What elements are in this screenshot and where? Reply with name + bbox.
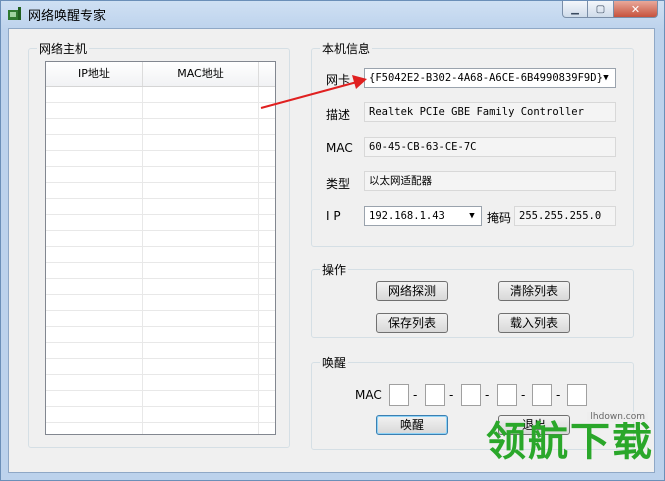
separator: - bbox=[485, 388, 490, 402]
wake-group-title: 唤醒 bbox=[320, 354, 349, 371]
column-divider bbox=[258, 87, 259, 434]
wake-mac-label: MAC bbox=[355, 388, 382, 402]
type-field: 以太网适配器 bbox=[364, 171, 616, 191]
desc-field: Realtek PCIe GBE Family Controller bbox=[364, 102, 616, 122]
operations-group: 操作 bbox=[311, 261, 634, 338]
host-list-header: IP地址 MAC地址 bbox=[46, 62, 275, 87]
mac-field: 60-45-CB-63-CE-7C bbox=[364, 137, 616, 157]
load-list-button[interactable]: 载入列表 bbox=[498, 313, 570, 333]
chevron-down-icon[interactable]: ▼ bbox=[599, 70, 613, 86]
watermark-site: lhdown.com bbox=[587, 412, 648, 422]
nic-select[interactable]: {F5042E2-B302-4A68-A6CE-6B4990839F9D} ▼ bbox=[364, 68, 616, 88]
save-list-button[interactable]: 保存列表 bbox=[376, 313, 448, 333]
maximize-button[interactable]: ▢ bbox=[588, 1, 614, 18]
separator: - bbox=[556, 388, 561, 402]
column-mac[interactable]: MAC地址 bbox=[143, 62, 259, 86]
column-ip[interactable]: IP地址 bbox=[46, 62, 143, 86]
probe-network-button[interactable]: 网络探测 bbox=[376, 281, 448, 301]
operations-group-title: 操作 bbox=[320, 261, 349, 278]
app-icon bbox=[8, 7, 21, 20]
mac-octet-input[interactable] bbox=[389, 384, 409, 406]
mask-label: 掩码 bbox=[487, 211, 512, 225]
clear-list-button[interactable]: 清除列表 bbox=[498, 281, 570, 301]
window-controls: ▁ ▢ ✕ bbox=[562, 1, 658, 19]
close-button[interactable]: ✕ bbox=[614, 1, 658, 18]
mac-octet-input[interactable] bbox=[532, 384, 552, 406]
ip-select[interactable]: 192.168.1.43 ▼ bbox=[364, 206, 482, 226]
mask-field: 255.255.255.0 bbox=[514, 206, 616, 226]
ip-select-value: 192.168.1.43 bbox=[369, 210, 445, 222]
column-divider bbox=[142, 87, 143, 434]
type-label: 类型 bbox=[326, 177, 351, 191]
minimize-button[interactable]: ▁ bbox=[562, 1, 588, 18]
mac-octet-input[interactable] bbox=[567, 384, 587, 406]
title-bar[interactable]: 网络唤醒专家 ▁ ▢ ✕ bbox=[1, 1, 664, 27]
separator: - bbox=[413, 388, 418, 402]
window-title: 网络唤醒专家 bbox=[28, 9, 107, 24]
host-list-rows bbox=[46, 87, 275, 434]
mac-octet-input[interactable] bbox=[461, 384, 481, 406]
mac-label: MAC bbox=[326, 141, 353, 155]
separator: - bbox=[521, 388, 526, 402]
separator: - bbox=[449, 388, 454, 402]
nic-select-value: {F5042E2-B302-4A68-A6CE-6B4990839F9D} bbox=[369, 72, 603, 84]
ip-label: I P bbox=[326, 209, 341, 223]
mac-octet-input[interactable] bbox=[497, 384, 517, 406]
local-info-group-title: 本机信息 bbox=[320, 40, 373, 57]
wake-button[interactable]: 唤醒 bbox=[376, 415, 448, 435]
hosts-group-title: 网络主机 bbox=[37, 40, 90, 57]
host-list[interactable]: IP地址 MAC地址 bbox=[45, 61, 276, 435]
annotation-arrow-icon bbox=[260, 75, 367, 109]
mac-octet-input[interactable] bbox=[425, 384, 445, 406]
watermark-logo: 领航下载 bbox=[486, 419, 654, 465]
watermark: 领航下载 lhdown.com bbox=[486, 412, 654, 465]
chevron-down-icon[interactable]: ▼ bbox=[465, 208, 479, 224]
